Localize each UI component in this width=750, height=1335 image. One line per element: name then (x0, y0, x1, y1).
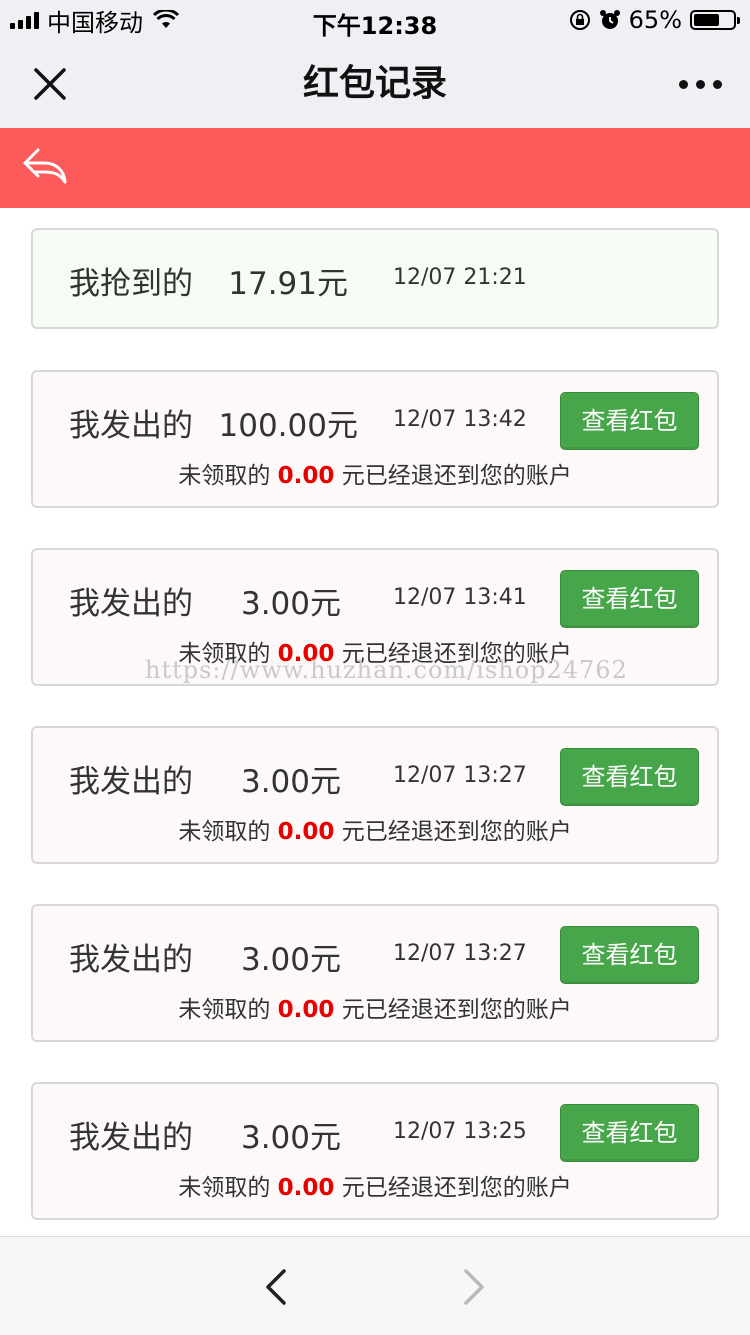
record-card-received: 我抢到的 17.91元 12/07 21:21 (31, 228, 719, 329)
note-suffix: 元已经退还到您的账户 (341, 463, 572, 489)
record-card-sent: 我发出的 3.00元 12/07 13:27 查看红包 未领取的 0.00 元已… (31, 904, 719, 1042)
red-header (0, 128, 750, 208)
note-amount: 0.00 (277, 463, 335, 489)
more-icon[interactable] (676, 70, 724, 98)
record-card-sent: 我发出的 100.00元 12/07 13:42 查看红包 未领取的 0.00 … (31, 370, 719, 508)
record-card-sent: 我发出的 3.00元 12/07 13:25 查看红包 未领取的 0.00 元已… (31, 1082, 719, 1220)
record-amount: 3.00元 (240, 942, 341, 978)
refund-note: 未领取的 0.00 元已经退还到您的账户 (33, 456, 717, 490)
view-red-packet-button[interactable]: 查看红包 (560, 1104, 699, 1162)
status-bar: 中国移动 下午12:38 65% (0, 0, 750, 40)
record-time: 12/07 13:41 (393, 585, 527, 610)
record-time: 12/07 21:21 (393, 265, 527, 290)
record-amount: 3.00元 (240, 586, 341, 622)
reply-back-icon[interactable] (22, 146, 70, 186)
refund-note: 未领取的 0.00 元已经退还到您的账户 (33, 812, 717, 846)
record-amount: 3.00元 (240, 764, 341, 800)
note-suffix: 元已经退还到您的账户 (341, 1175, 572, 1201)
refund-note: 未领取的 0.00 元已经退还到您的账户 (33, 1168, 717, 1202)
status-right: 65% (569, 6, 740, 34)
refund-note: 未领取的 0.00 元已经退还到您的账户 (33, 990, 717, 1024)
record-amount: 100.00元 (218, 408, 358, 444)
record-time: 12/07 13:42 (393, 407, 527, 432)
record-card-sent: 我发出的 3.00元 12/07 13:27 查看红包 未领取的 0.00 元已… (31, 726, 719, 864)
record-amount: 17.91元 (228, 266, 348, 302)
note-amount: 0.00 (277, 997, 335, 1023)
battery-fill (694, 14, 719, 26)
alarm-icon (599, 10, 620, 29)
battery-icon (690, 10, 740, 30)
view-red-packet-button[interactable]: 查看红包 (560, 926, 699, 984)
note-amount: 0.00 (277, 819, 335, 845)
view-red-packet-button[interactable]: 查看红包 (560, 570, 699, 628)
note-prefix: 未领取的 (178, 819, 271, 845)
orientation-lock-icon (569, 10, 590, 30)
page-title: 红包记录 (302, 63, 447, 104)
record-time: 12/07 13:25 (393, 1119, 527, 1144)
record-type: 我发出的 (69, 408, 193, 444)
note-suffix: 元已经退还到您的账户 (341, 819, 572, 845)
note-suffix: 元已经退还到您的账户 (341, 997, 572, 1023)
battery-percent: 65% (628, 6, 682, 34)
note-prefix: 未领取的 (178, 997, 271, 1023)
note-prefix: 未领取的 (178, 1175, 271, 1201)
note-prefix: 未领取的 (178, 463, 271, 489)
watermark: https://www.huzhan.com/ishop24762 (145, 656, 628, 684)
note-amount: 0.00 (277, 1175, 335, 1201)
chevron-left-icon[interactable] (262, 1267, 290, 1307)
record-type: 我抢到的 (69, 266, 193, 302)
view-red-packet-button[interactable]: 查看红包 (560, 392, 699, 450)
record-time: 12/07 13:27 (393, 941, 527, 966)
view-red-packet-button[interactable]: 查看红包 (560, 748, 699, 806)
bottom-toolbar (0, 1236, 750, 1335)
chevron-right-icon[interactable] (460, 1267, 488, 1307)
nav-bar: 红包记录 (0, 40, 750, 128)
record-time: 12/07 13:27 (393, 763, 527, 788)
record-amount: 3.00元 (240, 1120, 341, 1156)
